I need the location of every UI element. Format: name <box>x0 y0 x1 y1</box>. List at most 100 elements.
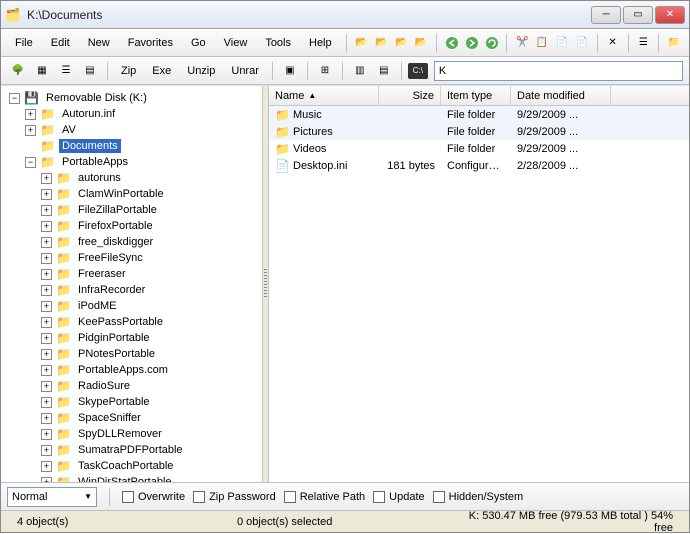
expand-toggle[interactable]: + <box>41 221 52 232</box>
paste-icon[interactable]: 📄 <box>553 32 571 54</box>
refresh-icon[interactable] <box>483 32 501 54</box>
tree-label[interactable]: PNotesPortable <box>75 347 158 361</box>
list-row[interactable]: 📄Desktop.ini181 bytesConfiguratio...2/28… <box>269 157 689 174</box>
expand-toggle[interactable]: + <box>25 109 36 120</box>
tree-label[interactable]: PortableApps <box>59 155 131 169</box>
tree-item[interactable]: +📁FreeFileSync <box>9 250 262 266</box>
copy-icon[interactable]: 📋 <box>533 32 551 54</box>
list2-icon[interactable]: ☰ <box>55 60 77 82</box>
cut-icon[interactable]: ✂️ <box>513 32 531 54</box>
tree-label[interactable]: FileZillaPortable <box>75 203 160 217</box>
tree-label[interactable]: TaskCoachPortable <box>75 459 176 473</box>
menu-view[interactable]: View <box>216 33 256 53</box>
minimize-button[interactable]: ─ <box>591 6 621 24</box>
tree-label[interactable]: PortableApps.com <box>75 363 171 377</box>
folder-blue-icon[interactable]: 📂 <box>392 32 410 54</box>
tb-icon-3[interactable]: ▥ <box>349 60 371 82</box>
tree-item[interactable]: +📁SumatraPDFPortable <box>9 442 262 458</box>
tree-label[interactable]: SpyDLLRemover <box>75 427 165 441</box>
tree-item[interactable]: +📁ClamWinPortable <box>9 186 262 202</box>
tree-label[interactable]: PidginPortable <box>75 331 153 345</box>
grid-icon[interactable]: ▦ <box>31 60 53 82</box>
tree-item-documents[interactable]: 📁 Documents <box>9 138 262 154</box>
expand-toggle[interactable]: + <box>25 125 36 136</box>
path-input[interactable] <box>434 61 683 81</box>
expand-toggle[interactable]: + <box>41 429 52 440</box>
folder-tree[interactable]: − 💾 Removable Disk (K:) + 📁 Autorun.inf … <box>1 86 263 482</box>
expand-toggle[interactable]: + <box>41 413 52 424</box>
expand-toggle[interactable]: + <box>41 349 52 360</box>
tree-item[interactable]: +📁KeePassPortable <box>9 314 262 330</box>
list-row[interactable]: 📁MusicFile folder9/29/2009 ... <box>269 106 689 123</box>
tree-item[interactable]: +📁iPodME <box>9 298 262 314</box>
tb-icon-1[interactable]: ▣ <box>279 60 301 82</box>
tree-item[interactable]: +📁SpaceSniffer <box>9 410 262 426</box>
unzip-button[interactable]: Unzip <box>180 61 222 81</box>
tree-label-selected[interactable]: Documents <box>59 139 121 153</box>
tree-item[interactable]: +📁InfraRecorder <box>9 282 262 298</box>
back-icon[interactable] <box>443 32 461 54</box>
menu-edit[interactable]: Edit <box>43 33 78 53</box>
expand-toggle[interactable]: − <box>9 93 20 104</box>
tree-label[interactable]: SkypePortable <box>75 395 153 409</box>
tree-item[interactable]: +📁FileZillaPortable <box>9 202 262 218</box>
update-checkbox[interactable]: Update <box>373 491 424 503</box>
close-button[interactable]: ✕ <box>655 6 685 24</box>
tree-label[interactable]: InfraRecorder <box>75 283 148 297</box>
paste2-icon[interactable]: 📄 <box>573 32 591 54</box>
list-row[interactable]: 📁VideosFile folder9/29/2009 ... <box>269 140 689 157</box>
hidden-system-checkbox[interactable]: Hidden/System <box>433 491 524 503</box>
expand-toggle[interactable]: + <box>41 285 52 296</box>
tree-item[interactable]: +📁WinDirStatPortable <box>9 474 262 482</box>
expand-toggle[interactable]: + <box>41 301 52 312</box>
up-folder-icon[interactable]: 📁 <box>665 32 683 54</box>
tree-label[interactable]: Freeraser <box>75 267 129 281</box>
expand-toggle[interactable]: + <box>41 397 52 408</box>
expand-toggle[interactable]: + <box>41 253 52 264</box>
list-row[interactable]: 📁PicturesFile folder9/29/2009 ... <box>269 123 689 140</box>
expand-toggle[interactable]: + <box>41 461 52 472</box>
terminal-icon[interactable]: C:\ <box>408 63 428 79</box>
tree-item[interactable]: +📁SkypePortable <box>9 394 262 410</box>
tb-icon-4[interactable]: ▤ <box>373 60 395 82</box>
forward-icon[interactable] <box>463 32 481 54</box>
tree-item[interactable]: +📁PortableApps.com <box>9 362 262 378</box>
tree-label[interactable]: Autorun.inf <box>59 107 118 121</box>
tree-icon[interactable]: 🌳 <box>7 60 29 82</box>
file-list[interactable]: Name▲ Size Item type Date modified 📁Musi… <box>269 86 689 482</box>
expand-toggle[interactable]: + <box>41 237 52 248</box>
tree-item[interactable]: +📁free_diskdigger <box>9 234 262 250</box>
expand-toggle[interactable]: + <box>41 317 52 328</box>
tree-item[interactable]: +📁autoruns <box>9 170 262 186</box>
tree-label[interactable]: FreeFileSync <box>75 251 146 265</box>
tree-label[interactable]: FirefoxPortable <box>75 219 156 233</box>
expand-toggle[interactable]: + <box>41 189 52 200</box>
unrar-button[interactable]: Unrar <box>224 61 266 81</box>
tree-item[interactable]: +📁PidginPortable <box>9 330 262 346</box>
tree-item[interactable]: +📁Freeraser <box>9 266 262 282</box>
tree-item[interactable]: +📁TaskCoachPortable <box>9 458 262 474</box>
menu-tools[interactable]: Tools <box>257 33 299 53</box>
relative-path-checkbox[interactable]: Relative Path <box>284 491 365 503</box>
folder-yellow-icon[interactable]: 📂 <box>352 32 370 54</box>
folder-red-icon[interactable]: 📂 <box>372 32 390 54</box>
folder-green-icon[interactable]: 📂 <box>412 32 430 54</box>
tree-item[interactable]: + 📁 Autorun.inf <box>9 106 262 122</box>
col-name[interactable]: Name▲ <box>269 86 379 105</box>
col-size[interactable]: Size <box>379 86 441 105</box>
tree-item-portableapps[interactable]: − 📁 PortableApps <box>9 154 262 170</box>
tree-item[interactable]: +📁FirefoxPortable <box>9 218 262 234</box>
tree-label[interactable]: autoruns <box>75 171 124 185</box>
expand-toggle[interactable]: − <box>25 157 36 168</box>
menu-help[interactable]: Help <box>301 33 340 53</box>
menu-go[interactable]: Go <box>183 33 214 53</box>
compression-combo[interactable]: Normal ▼ <box>7 487 97 507</box>
menu-favorites[interactable]: Favorites <box>120 33 181 53</box>
tree-label[interactable]: KeePassPortable <box>75 315 166 329</box>
tb-icon-2[interactable]: ⊞ <box>314 60 336 82</box>
exe-button[interactable]: Exe <box>145 61 178 81</box>
tree-label[interactable]: iPodME <box>75 299 120 313</box>
expand-toggle[interactable]: + <box>41 445 52 456</box>
tree-label[interactable]: SumatraPDFPortable <box>75 443 186 457</box>
tree-item[interactable]: +📁SpyDLLRemover <box>9 426 262 442</box>
